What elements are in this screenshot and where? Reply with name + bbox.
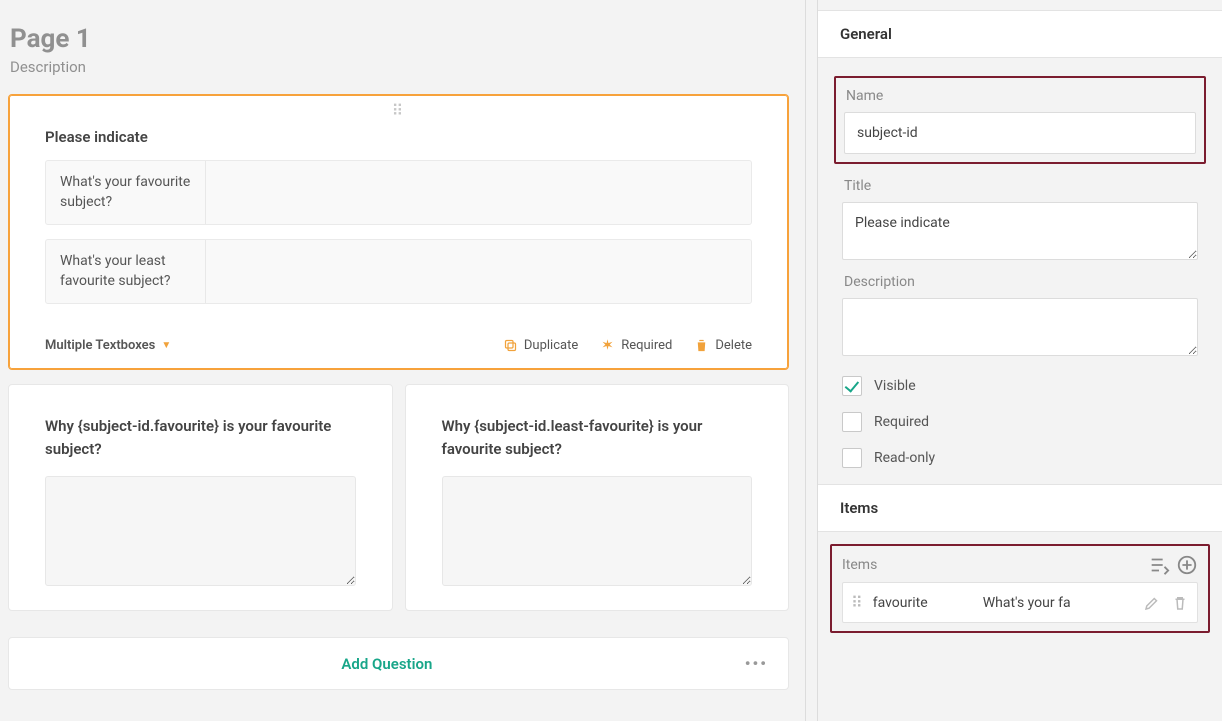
question-title[interactable]: Please indicate [45,128,752,146]
checkbox-required-row: Required [842,412,1198,432]
prop-name-group: Name [834,76,1206,164]
item-row[interactable]: ⠿ favourite What's your fa [842,582,1198,623]
section-header-general[interactable]: General [818,10,1222,58]
checkbox-readonly-label: Read-only [874,450,935,466]
items-label: Items [842,557,1142,573]
grip-icon[interactable]: ⠿ [851,593,863,612]
pencil-icon [1143,594,1161,612]
delete-label: Delete [715,338,752,353]
section-header-items[interactable]: Items [818,484,1222,532]
page-title[interactable]: Page 1 [10,24,789,54]
drag-handle-icon[interactable]: ⠿ [9,95,788,122]
prop-title-label: Title [844,178,1198,194]
question-type-dropdown[interactable]: Multiple Textboxes ▼ [45,338,171,353]
add-question-bar: Add Question ••• [8,637,789,690]
items-edit-all-button[interactable] [1148,554,1170,576]
checkbox-readonly[interactable] [842,448,862,468]
list-edit-icon [1148,554,1170,576]
prop-description-input[interactable] [842,298,1198,356]
items-add-button[interactable] [1176,554,1198,576]
duplicate-icon [503,338,518,353]
checkbox-visible-label: Visible [874,378,916,394]
required-button[interactable]: Required [600,338,672,353]
prop-description-group: Description [834,274,1206,360]
trash-icon [1171,594,1189,612]
asterisk-icon [600,338,615,353]
prop-title-group: Title Please indicate [834,178,1206,264]
more-options-icon[interactable]: ••• [745,654,768,673]
question-card[interactable]: Why {subject-id.favourite} is your favou… [8,384,393,611]
delete-button[interactable]: Delete [694,338,752,353]
multitext-row[interactable]: What's your favourite subject? [45,160,752,225]
item-name[interactable]: favourite [873,595,973,611]
multitext-row-label[interactable]: What's your favourite subject? [46,161,206,224]
item-edit-button[interactable] [1143,594,1161,612]
question-title[interactable]: Why {subject-id.favourite} is your favou… [45,415,356,460]
checkbox-readonly-row: Read-only [842,448,1198,468]
prop-title-input[interactable]: Please indicate [842,202,1198,260]
multitext-row-input[interactable] [206,161,751,224]
multitext-row-input[interactable] [206,240,751,303]
item-delete-button[interactable] [1171,594,1189,612]
items-editor: Items ⠿ favourite What's your fa [830,544,1210,633]
checkbox-required-label: Required [874,414,929,430]
prop-name-label: Name [846,88,1196,104]
duplicate-label: Duplicate [524,338,578,353]
checkbox-visible[interactable] [842,376,862,396]
page-description[interactable]: Description [10,58,789,76]
checkbox-required[interactable] [842,412,862,432]
pane-divider [805,0,817,721]
plus-circle-icon [1176,554,1198,576]
multitext-row-label[interactable]: What's your least favourite subject? [46,240,206,303]
question-card[interactable]: Why {subject-id.least-favourite} is your… [405,384,790,611]
duplicate-button[interactable]: Duplicate [503,338,578,353]
question-type-label: Multiple Textboxes [45,338,155,353]
prop-name-input[interactable] [844,112,1196,154]
required-label: Required [621,338,672,353]
designer-pane: Page 1 Description ⠿ Please indicate Wha… [0,0,805,721]
question-card-selected[interactable]: ⠿ Please indicate What's your favourite … [8,94,789,370]
properties-panel: General Name Title Please indicate Descr… [817,0,1222,721]
comment-textarea[interactable] [442,476,753,586]
add-question-button[interactable]: Add Question [29,655,745,673]
prop-description-label: Description [844,274,1198,290]
comment-textarea[interactable] [45,476,356,586]
item-title[interactable]: What's your fa [983,595,1133,611]
caret-down-icon: ▼ [161,340,171,351]
question-title[interactable]: Why {subject-id.least-favourite} is your… [442,415,753,460]
multitext-row[interactable]: What's your least favourite subject? [45,239,752,304]
checkbox-visible-row: Visible [842,376,1198,396]
trash-icon [694,338,709,353]
